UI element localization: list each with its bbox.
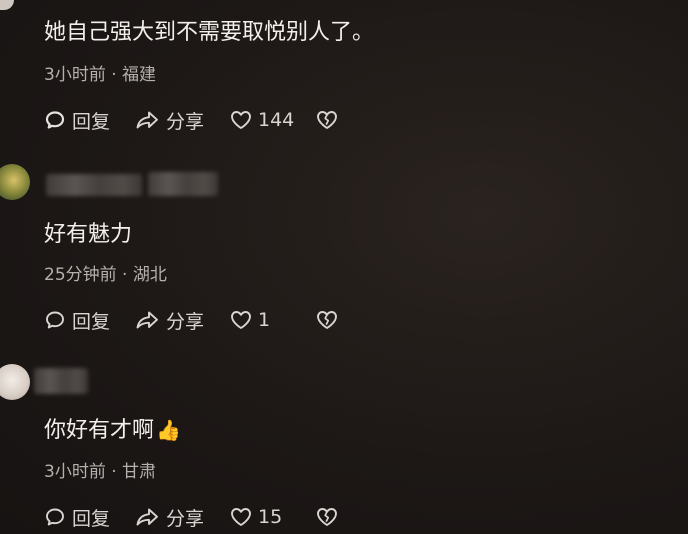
dislike-button[interactable]	[316, 110, 346, 130]
meta-separator: ·	[105, 65, 123, 85]
comment-actions: 回复 分享 1	[44, 307, 346, 333]
comment-time: 3小时前	[44, 462, 106, 482]
dislike-button[interactable]	[316, 507, 346, 527]
reply-button[interactable]: 回复	[44, 107, 134, 134]
comment-actions: 回复 分享 15	[44, 504, 346, 530]
like-button[interactable]: 1	[230, 309, 316, 331]
comment-time: 25分钟前	[44, 265, 117, 285]
heart-outline-icon	[230, 507, 252, 527]
heart-outline-icon	[230, 310, 252, 330]
broken-heart-icon	[316, 110, 338, 130]
speech-bubble-icon	[44, 309, 66, 331]
reply-label: 回复	[72, 310, 111, 333]
share-label: 分享	[166, 110, 205, 133]
meta-separator: ·	[105, 462, 123, 482]
comment-location: 福建	[122, 65, 157, 85]
comment-meta: 25分钟前 · 湖北	[44, 260, 167, 285]
comment-location: 湖北	[132, 265, 167, 285]
comment-meta: 3小时前 · 甘肃	[44, 457, 156, 482]
reply-button[interactable]: 回复	[44, 307, 134, 334]
heart-outline-icon	[230, 110, 252, 130]
broken-heart-icon	[316, 310, 338, 330]
comment-text: 你好有才啊 👍	[44, 412, 181, 444]
username-blurred[interactable]	[34, 368, 88, 394]
comment-actions: 回复 分享 144	[44, 107, 346, 133]
username-blurred[interactable]	[46, 174, 142, 196]
speech-bubble-icon	[44, 506, 66, 528]
speech-bubble-icon	[44, 109, 66, 131]
like-count: 15	[258, 506, 283, 528]
avatar[interactable]	[0, 364, 30, 400]
thumbs-up-emoji: 👍	[156, 418, 181, 442]
like-count: 144	[258, 109, 295, 131]
share-label: 分享	[166, 310, 205, 333]
share-arrow-icon	[134, 506, 160, 528]
like-button[interactable]: 15	[230, 506, 316, 528]
reply-label: 回复	[72, 110, 111, 133]
comment-text: 她自己强大到不需要取悦别人了。	[44, 20, 375, 45]
like-count: 1	[258, 309, 271, 331]
share-button[interactable]: 分享	[134, 307, 230, 334]
broken-heart-icon	[316, 507, 338, 527]
dislike-button[interactable]	[316, 310, 346, 330]
like-button[interactable]: 144	[230, 109, 316, 131]
share-button[interactable]: 分享	[134, 107, 230, 134]
comment-meta: 3小时前 · 福建	[44, 60, 156, 85]
share-label: 分享	[166, 507, 205, 530]
username-blurred[interactable]	[148, 172, 218, 196]
avatar[interactable]	[0, 0, 14, 10]
reply-button[interactable]: 回复	[44, 504, 134, 531]
share-button[interactable]: 分享	[134, 504, 230, 531]
share-arrow-icon	[134, 309, 160, 331]
comment-text-content: 你好有才啊	[44, 418, 155, 443]
meta-separator: ·	[116, 265, 133, 285]
reply-label: 回复	[72, 507, 111, 530]
avatar[interactable]	[0, 164, 30, 200]
comment-text: 好有魅力	[44, 222, 133, 247]
comment-location: 甘肃	[122, 462, 157, 482]
comment-time: 3小时前	[44, 65, 106, 85]
share-arrow-icon	[134, 109, 160, 131]
